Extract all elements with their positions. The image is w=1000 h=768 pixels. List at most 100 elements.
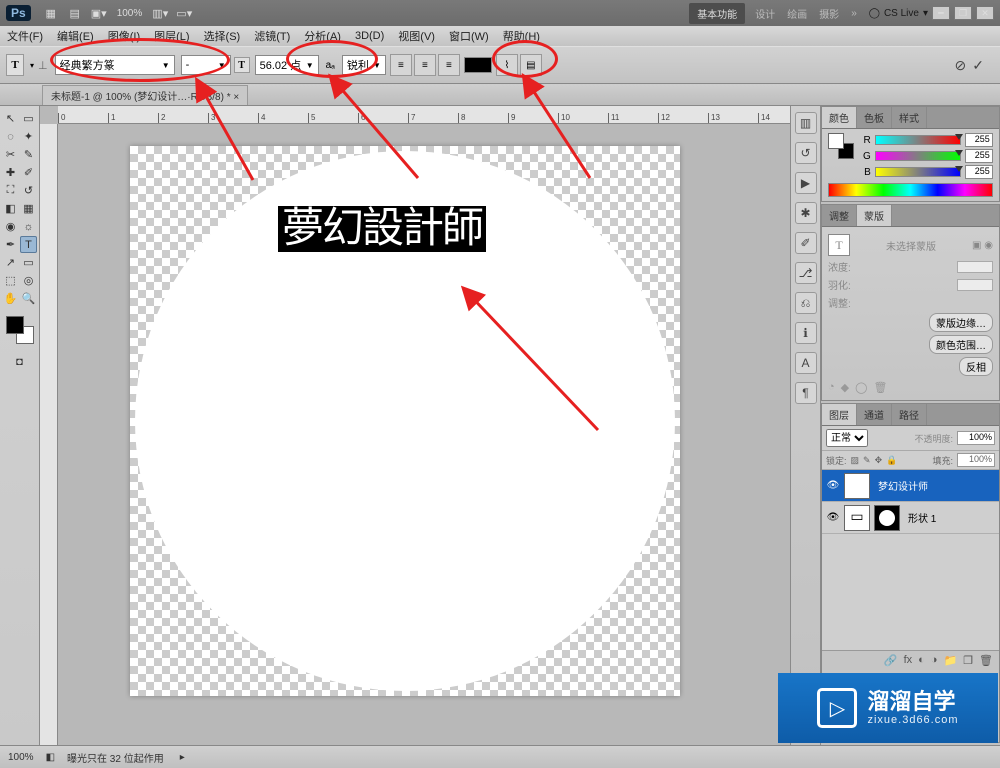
workspace-paint[interactable]: 绘画 bbox=[781, 6, 813, 21]
lock-trans-icon[interactable]: ▨ bbox=[851, 455, 860, 466]
mini-bridge-icon[interactable]: ▥ bbox=[795, 112, 817, 134]
menu-select[interactable]: 选择(S) bbox=[197, 28, 248, 44]
status-indicator-icon[interactable]: ◧ bbox=[46, 752, 55, 763]
marquee-tool-icon[interactable]: ▭ bbox=[20, 110, 37, 127]
mask-edge-button[interactable]: 蒙版边缘… bbox=[929, 313, 993, 332]
lock-all-icon[interactable]: 🔒 bbox=[886, 455, 897, 466]
menu-view[interactable]: 视图(V) bbox=[391, 28, 442, 44]
close-button[interactable]: ✕ bbox=[976, 6, 994, 20]
orientation-icon[interactable]: ⊥ bbox=[38, 59, 48, 72]
menu-3d[interactable]: 3D(D) bbox=[348, 30, 391, 42]
mask-icon[interactable]: ◐ bbox=[918, 654, 925, 667]
commit-icon[interactable]: ✓ bbox=[972, 57, 984, 74]
actions-panel-icon[interactable]: ▶ bbox=[795, 172, 817, 194]
stamp-tool-icon[interactable]: ⛶ bbox=[2, 182, 19, 199]
ruler-horizontal[interactable]: 01234567891011121314 bbox=[58, 106, 790, 124]
apply-mask-icon[interactable]: ◆ bbox=[841, 381, 849, 394]
menu-help[interactable]: 帮助(H) bbox=[496, 28, 547, 44]
bridge-icon[interactable]: ▦ bbox=[43, 5, 59, 21]
tab-layers[interactable]: 图层 bbox=[822, 404, 857, 425]
eyedropper-tool-icon[interactable]: ✎ bbox=[20, 146, 37, 163]
layer-thumb[interactable]: T bbox=[844, 473, 870, 499]
menu-image[interactable]: 图像(I) bbox=[101, 28, 147, 44]
restore-button[interactable]: ❐ bbox=[954, 6, 972, 20]
b-value[interactable]: 255 bbox=[965, 165, 993, 179]
workspace-photo[interactable]: 摄影 bbox=[813, 6, 845, 21]
group-icon[interactable]: 📁 bbox=[943, 654, 957, 667]
menu-file[interactable]: 文件(F) bbox=[0, 28, 50, 44]
menu-layer[interactable]: 图层(L) bbox=[147, 28, 196, 44]
gradient-tool-icon[interactable]: ▦ bbox=[20, 200, 37, 217]
g-slider[interactable] bbox=[875, 151, 961, 161]
info-panel-icon[interactable]: ℹ bbox=[795, 322, 817, 344]
delete-mask-icon[interactable]: 🗑 bbox=[873, 381, 887, 394]
canvas[interactable]: 夢幻設計師 bbox=[130, 146, 680, 696]
history-brush-icon[interactable]: ↺ bbox=[20, 182, 37, 199]
3d-tool-icon[interactable]: ⬚ bbox=[2, 272, 19, 289]
color-swatches[interactable] bbox=[4, 314, 36, 346]
tab-channels[interactable]: 通道 bbox=[857, 404, 892, 425]
clone-panel-icon[interactable]: ⎌ bbox=[795, 292, 817, 314]
cancel-icon[interactable]: ⊘ bbox=[955, 57, 967, 74]
align-center-icon[interactable]: ≡ bbox=[414, 54, 436, 76]
feather-field[interactable] bbox=[957, 279, 993, 291]
title-zoom[interactable]: 100% bbox=[117, 8, 143, 19]
camera-tool-icon[interactable]: ◎ bbox=[20, 272, 37, 289]
hand-tool-icon[interactable]: ✋ bbox=[2, 290, 19, 307]
b-slider[interactable] bbox=[875, 167, 961, 177]
crop-tool-icon[interactable]: ✂ bbox=[2, 146, 19, 163]
color-range-button[interactable]: 颜色范围… bbox=[929, 335, 993, 354]
align-left-icon[interactable]: ≡ bbox=[390, 54, 412, 76]
lasso-tool-icon[interactable]: ◌ bbox=[2, 128, 19, 145]
text-layer-content[interactable]: 夢幻設計師 bbox=[278, 206, 486, 252]
tab-adjust[interactable]: 调整 bbox=[822, 205, 857, 226]
para-panel-icon[interactable]: ¶ bbox=[795, 382, 817, 404]
tab-color[interactable]: 颜色 bbox=[822, 107, 857, 128]
fg-swatch[interactable] bbox=[6, 316, 24, 334]
density-field[interactable] bbox=[957, 261, 993, 273]
invert-button[interactable]: 反相 bbox=[959, 357, 993, 376]
blur-tool-icon[interactable]: ◉ bbox=[2, 218, 19, 235]
tab-paths[interactable]: 路径 bbox=[892, 404, 927, 425]
font-family-dropdown[interactable]: 经典繁方篆▼ bbox=[55, 55, 175, 75]
layer-name[interactable]: 梦幻设计师 bbox=[878, 478, 928, 493]
fill-value[interactable]: 100% bbox=[957, 453, 995, 467]
layer-row[interactable]: 👁 ▭ 形状 1 bbox=[822, 502, 999, 534]
disable-mask-icon[interactable]: ◯ bbox=[855, 381, 867, 394]
warp-text-icon[interactable]: ⌇ bbox=[496, 54, 518, 76]
workspace-design[interactable]: 设计 bbox=[749, 6, 781, 21]
font-size-dropdown[interactable]: 56.02 点▼ bbox=[255, 55, 319, 75]
new-layer-icon[interactable]: ❐ bbox=[963, 654, 973, 667]
char-panel-icon[interactable]: ▤ bbox=[520, 54, 542, 76]
panel-fg-swatch[interactable] bbox=[828, 133, 844, 149]
brush-panel-icon[interactable]: ✐ bbox=[795, 232, 817, 254]
menu-analysis[interactable]: 分析(A) bbox=[297, 28, 348, 44]
workspace-essentials[interactable]: 基本功能 bbox=[689, 3, 745, 24]
load-sel-icon[interactable]: ◔ bbox=[828, 381, 835, 394]
visibility-icon[interactable]: 👁 bbox=[826, 480, 840, 491]
zoom-tool-icon[interactable]: 🔍 bbox=[20, 290, 37, 307]
menu-edit[interactable]: 编辑(E) bbox=[50, 28, 101, 44]
healing-tool-icon[interactable]: ✚ bbox=[2, 164, 19, 181]
align-right-icon[interactable]: ≡ bbox=[438, 54, 460, 76]
tool-preset-icon[interactable]: T bbox=[6, 54, 24, 76]
arrange-icon[interactable]: ▥▾ bbox=[152, 5, 168, 21]
brush-presets-icon[interactable]: ⎇ bbox=[795, 262, 817, 284]
trash-icon[interactable]: 🗑 bbox=[979, 654, 993, 667]
text-color-swatch[interactable] bbox=[464, 57, 492, 73]
history-panel-icon[interactable]: ↺ bbox=[795, 142, 817, 164]
visibility-icon[interactable]: 👁 bbox=[826, 512, 840, 523]
g-value[interactable]: 255 bbox=[965, 149, 993, 163]
opacity-value[interactable]: 100% bbox=[957, 431, 995, 445]
wand-tool-icon[interactable]: ✦ bbox=[20, 128, 37, 145]
r-slider[interactable] bbox=[875, 135, 961, 145]
shape-tool-icon[interactable]: ▭ bbox=[20, 254, 37, 271]
ruler-vertical[interactable] bbox=[40, 124, 58, 745]
history-icon[interactable]: ▤ bbox=[67, 5, 83, 21]
r-value[interactable]: 255 bbox=[965, 133, 993, 147]
type-tool-icon[interactable]: T bbox=[20, 236, 37, 253]
min-button[interactable]: ━ bbox=[932, 6, 950, 20]
view-icon[interactable]: ▣▾ bbox=[91, 5, 107, 21]
layer-name[interactable]: 形状 1 bbox=[908, 510, 936, 525]
status-zoom[interactable]: 100% bbox=[8, 752, 34, 763]
